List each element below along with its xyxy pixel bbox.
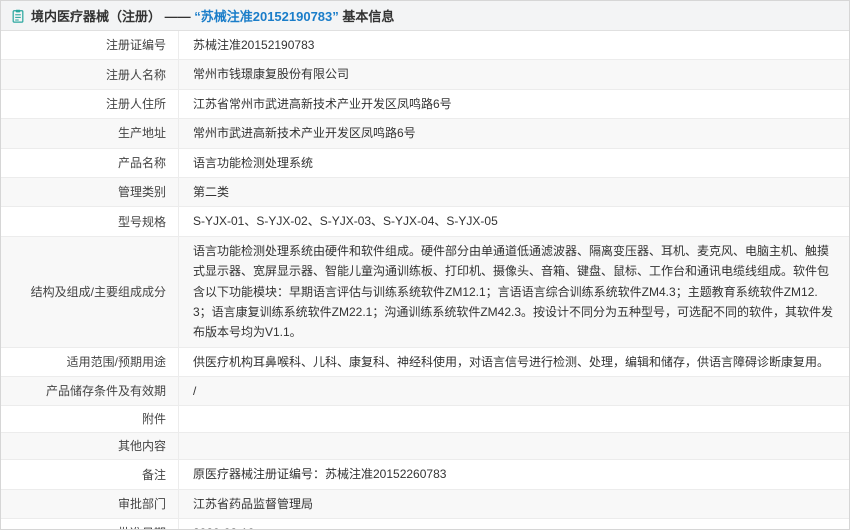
page-header: 境内医疗器械（注册） —— “苏械注准20152190783” 基本信息 <box>1 1 849 31</box>
row-label-cell: 产品名称 <box>1 149 179 177</box>
row-label: 注册人名称 <box>106 66 166 84</box>
row-label-cell: 备注 <box>1 460 179 488</box>
row-label: 批准日期 <box>118 524 166 530</box>
registration-detail-page: 境内医疗器械（注册） —— “苏械注准20152190783” 基本信息 注册证… <box>0 0 850 530</box>
row-label: 注册人住所 <box>106 95 166 113</box>
row-label-cell: 管理类别 <box>1 178 179 206</box>
row-value-cell: 2020-02-10 <box>179 519 849 530</box>
row-value-cell: 语言功能检测处理系统由硬件和软件组成。硬件部分由单通道低通滤波器、隔离变压器、耳… <box>179 237 849 347</box>
row-label-cell: 生产地址 <box>1 119 179 147</box>
row-value: 常州市武进高新技术产业开发区凤鸣路6号 <box>193 123 416 143</box>
clipboard-icon <box>11 9 25 23</box>
table-row: 审批部门 江苏省药品监督管理局 <box>1 490 849 519</box>
row-value-cell: 江苏省常州市武进高新技术产业开发区凤鸣路6号 <box>179 90 849 118</box>
table-row: 注册人住所 江苏省常州市武进高新技术产业开发区凤鸣路6号 <box>1 90 849 119</box>
row-value: / <box>193 381 196 401</box>
row-label: 附件 <box>142 410 166 428</box>
row-value: 供医疗机构耳鼻喉科、儿科、康复科、神经科使用，对语言信号进行检测、处理，编辑和储… <box>193 352 829 372</box>
row-value-cell: 第二类 <box>179 178 849 206</box>
table-row: 结构及组成/主要组成成分 语言功能检测处理系统由硬件和软件组成。硬件部分由单通道低… <box>1 237 849 348</box>
table-row: 批准日期 2020-02-10 <box>1 519 849 530</box>
row-value: 语言功能检测处理系统由硬件和软件组成。硬件部分由单通道低通滤波器、隔离变压器、耳… <box>193 241 835 343</box>
row-value-cell: 常州市武进高新技术产业开发区凤鸣路6号 <box>179 119 849 147</box>
info-table: 注册证编号苏械注准20152190783注册人名称常州市钱璟康复股份有限公司注册… <box>1 31 849 530</box>
row-value-cell: 供医疗机构耳鼻喉科、儿科、康复科、神经科使用，对语言信号进行检测、处理，编辑和储… <box>179 348 849 376</box>
table-row: 附件 <box>1 406 849 433</box>
row-value: 常州市钱璟康复股份有限公司 <box>193 64 349 84</box>
table-row: 产品名称 语言功能检测处理系统 <box>1 149 849 178</box>
row-value: 2020-02-10 <box>193 523 254 530</box>
row-value-cell: 苏械注准20152190783 <box>179 31 849 59</box>
row-label: 其他内容 <box>118 437 166 455</box>
table-row: 生产地址 常州市武进高新技术产业开发区凤鸣路6号 <box>1 119 849 148</box>
table-row: 备注 原医疗器械注册证编号：苏械注准20152260783 <box>1 460 849 489</box>
row-value: 苏械注准20152190783 <box>193 35 314 55</box>
row-value-cell <box>179 406 849 432</box>
row-value: 江苏省常州市武进高新技术产业开发区凤鸣路6号 <box>193 94 452 114</box>
page-title: 境内医疗器械（注册） —— “苏械注准20152190783” 基本信息 <box>31 6 394 25</box>
row-value-cell: 语言功能检测处理系统 <box>179 149 849 177</box>
table-row: 产品储存条件及有效期 / <box>1 377 849 406</box>
row-label: 产品储存条件及有效期 <box>46 382 166 400</box>
row-label: 审批部门 <box>118 495 166 513</box>
table-row: 注册人名称 常州市钱璟康复股份有限公司 <box>1 60 849 89</box>
row-label-cell: 批准日期 <box>1 519 179 530</box>
row-value-cell: S-YJX-01、S-YJX-02、S-YJX-03、S-YJX-04、S-YJ… <box>179 207 849 235</box>
row-label: 生产地址 <box>118 124 166 142</box>
row-label-cell: 其他内容 <box>1 433 179 459</box>
row-label-cell: 型号规格 <box>1 207 179 235</box>
row-value: 语言功能检测处理系统 <box>193 153 313 173</box>
row-label-cell: 注册证编号 <box>1 31 179 59</box>
row-value: 第二类 <box>193 182 229 202</box>
row-label-cell: 注册人住所 <box>1 90 179 118</box>
row-value-cell <box>179 433 849 459</box>
row-value-cell: / <box>179 377 849 405</box>
row-label-cell: 结构及组成/主要组成成分 <box>1 237 179 347</box>
page-title-prefix: 境内医疗器械（注册） —— <box>31 9 194 24</box>
row-label-cell: 产品储存条件及有效期 <box>1 377 179 405</box>
row-label-cell: 附件 <box>1 406 179 432</box>
row-value-cell: 原医疗器械注册证编号：苏械注准20152260783 <box>179 460 849 488</box>
row-label-cell: 审批部门 <box>1 490 179 518</box>
row-value-cell: 常州市钱璟康复股份有限公司 <box>179 60 849 88</box>
row-label-cell: 注册人名称 <box>1 60 179 88</box>
registration-number: “苏械注准20152190783” <box>194 9 339 24</box>
row-value: 江苏省药品监督管理局 <box>193 494 313 514</box>
row-label: 适用范围/预期用途 <box>67 353 166 371</box>
table-row: 其他内容 <box>1 433 849 460</box>
row-label: 注册证编号 <box>106 36 166 54</box>
table-row: 注册证编号 苏械注准20152190783 <box>1 31 849 60</box>
row-value-cell: 江苏省药品监督管理局 <box>179 490 849 518</box>
table-row: 管理类别 第二类 <box>1 178 849 207</box>
row-label: 产品名称 <box>118 154 166 172</box>
row-label: 结构及组成/主要组成成分 <box>31 283 166 301</box>
table-row: 型号规格 S-YJX-01、S-YJX-02、S-YJX-03、S-YJX-04、… <box>1 207 849 236</box>
page-title-suffix: 基本信息 <box>339 9 395 24</box>
row-label: 管理类别 <box>118 183 166 201</box>
table-row: 适用范围/预期用途 供医疗机构耳鼻喉科、儿科、康复科、神经科使用，对语言信号进行检… <box>1 348 849 377</box>
row-label: 型号规格 <box>118 213 166 231</box>
row-value: S-YJX-01、S-YJX-02、S-YJX-03、S-YJX-04、S-YJ… <box>193 211 498 231</box>
row-label: 备注 <box>142 466 166 484</box>
row-value: 原医疗器械注册证编号：苏械注准20152260783 <box>193 464 446 484</box>
row-label-cell: 适用范围/预期用途 <box>1 348 179 376</box>
